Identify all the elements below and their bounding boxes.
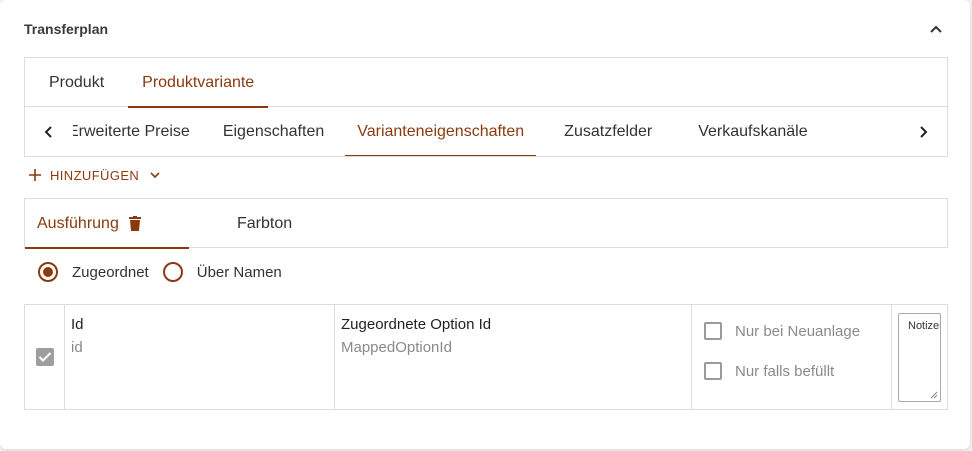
chevron-up-icon: [930, 25, 942, 33]
radio-selected-icon: [38, 262, 58, 282]
trash-icon: [128, 216, 141, 231]
checkbox-box-icon: [704, 322, 722, 340]
id-value: id: [71, 339, 83, 356]
attribute-tab-bar: Ausführung Farbton: [24, 198, 948, 249]
mapped-option-value: MappedOptionId: [341, 339, 452, 356]
tab-eigenschaften-label: Eigenschaften: [222, 122, 325, 140]
checkbox-nur-bei-neuanlage[interactable]: Nur bei Neuanlage: [704, 321, 891, 341]
add-button[interactable]: HINZUFÜGEN: [28, 163, 161, 187]
chevron-down-icon: [150, 172, 160, 179]
card-header: Transferplan: [24, 0, 948, 58]
check-icon: [38, 352, 51, 362]
plus-icon: [29, 169, 41, 181]
mapping-mode-radio-group: Zugeordnet Über Namen: [38, 260, 282, 284]
tab-farbton-label: Farbton: [237, 214, 293, 232]
mapped-option-cell: Zugeordnete Option Id MappedOptionId: [335, 305, 692, 409]
checkbox-nur-bei-neuanlage-label: Nur bei Neuanlage: [735, 322, 861, 340]
radio-zugeordnet-label: Zugeordnet: [72, 263, 149, 281]
tab-zusatzfelder-label: Zusatzfelder: [564, 122, 653, 140]
radio-ueber-namen[interactable]: Über Namen: [162, 262, 282, 282]
chevron-left-icon: [44, 125, 52, 138]
transferplan-card: Transferplan Produkt Produktvariante Erw…: [0, 0, 970, 449]
row-checkbox[interactable]: [35, 348, 54, 366]
collapse-button[interactable]: [924, 17, 948, 41]
tab-verkaufskanaele[interactable]: Verkaufskanäle: [680, 107, 825, 156]
inner-tabs-strip: Erweiterte Preise Eigenschaften Variante…: [73, 107, 826, 156]
tabs-scroll-left-button[interactable]: [25, 107, 73, 156]
checkbox-nur-falls-befuellt[interactable]: Nur falls befüllt: [704, 361, 891, 381]
tab-verkaufskanaele-label: Verkaufskanäle: [698, 122, 808, 140]
radio-ueber-namen-label: Über Namen: [196, 263, 282, 281]
tab-eigenschaften[interactable]: Eigenschaften: [212, 107, 335, 156]
id-label: Id: [71, 316, 84, 333]
id-cell: Id id: [65, 305, 335, 409]
resize-handle-icon[interactable]: [930, 391, 938, 399]
flags-cell: Nur bei Neuanlage Nur falls befüllt: [692, 305, 892, 409]
tab-varianteneigenschaften-label: Varianteneigenschaften: [357, 122, 525, 140]
card-title: Transferplan: [24, 21, 109, 37]
note-textarea[interactable]: Notizen: [898, 313, 941, 402]
checkbox-nur-falls-befuellt-label: Nur falls befüllt: [735, 362, 835, 380]
tab-zusatzfelder[interactable]: Zusatzfelder: [536, 107, 680, 156]
tab-farbton[interactable]: Farbton: [189, 199, 292, 248]
tab-produkt-label: Produkt: [49, 73, 105, 91]
note-cell: Notizen: [892, 305, 947, 409]
tab-erweiterte-preise[interactable]: Erweiterte Preise: [73, 107, 212, 156]
tab-erweiterte-preise-label: Erweiterte Preise: [73, 122, 190, 140]
chevron-right-icon: [920, 125, 928, 138]
inner-tabs-viewport: Erweiterte Preise Eigenschaften Variante…: [73, 107, 899, 156]
tab-produkt[interactable]: Produkt: [25, 58, 128, 107]
tab-produktvariante[interactable]: Produktvariante: [128, 58, 269, 108]
tab-varianteneigenschaften[interactable]: Varianteneigenschaften: [345, 107, 537, 156]
checkbox-box-icon: [704, 362, 722, 380]
row-checkbox-cell: [25, 305, 65, 409]
radio-zugeordnet[interactable]: Zugeordnet: [38, 262, 149, 282]
note-placeholder: Notizen: [908, 320, 940, 332]
outer-tab-bar: Produkt Produktvariante: [24, 57, 948, 108]
mapped-option-label: Zugeordnete Option Id: [341, 316, 492, 333]
tabs-scroll-right-button[interactable]: [899, 107, 947, 156]
radio-unselected-icon: [162, 262, 183, 282]
tab-ausfuehrung[interactable]: Ausführung: [25, 199, 189, 249]
tab-produktvariante-label: Produktvariante: [142, 73, 255, 91]
inner-tab-bar: Erweiterte Preise Eigenschaften Variante…: [24, 107, 948, 157]
delete-attribute-button[interactable]: [128, 216, 141, 231]
add-button-label: HINZUFÜGEN: [50, 167, 140, 183]
mapping-table-row: Id id Zugeordnete Option Id MappedOption…: [24, 304, 948, 410]
tab-ausfuehrung-label: Ausführung: [37, 214, 119, 232]
